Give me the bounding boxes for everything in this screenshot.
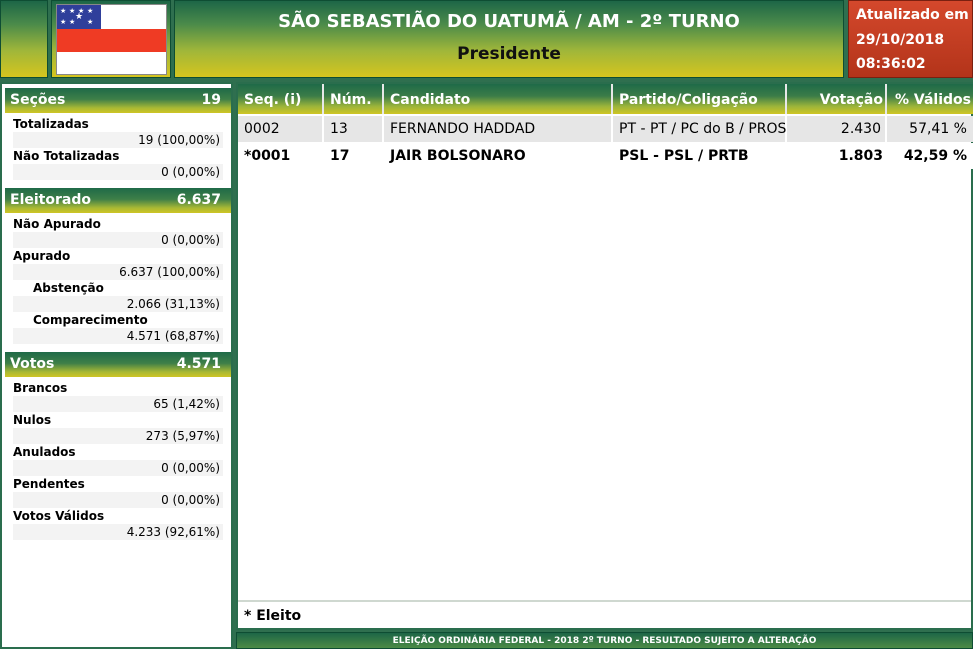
col-candidato[interactable]: Candidato <box>384 84 613 114</box>
update-info: Atualizado em 29/10/2018 08:36:02 <box>848 0 973 78</box>
cell-votacao: 1.803 <box>838 148 883 164</box>
col-num[interactable]: Núm. <box>324 84 384 114</box>
cell-validos: 57,41 % <box>909 121 967 137</box>
results-table-header: Seq. (i) Núm. Candidato Partido/Coligaçã… <box>238 84 973 114</box>
title-banner: SÃO SEBASTIÃO DO UATUMÃ / AM - 2º TURNO … <box>174 0 844 78</box>
nao-totalizadas-label: Não Totalizadas <box>13 149 120 163</box>
table-row: *0001 17 JAIR BOLSONARO PSL - PSL / PRTB… <box>238 143 973 169</box>
cell-validos: 42,59 % <box>903 148 967 164</box>
secoes-label: Seções <box>10 92 66 108</box>
votos-validos-value: 4.233 (92,61%) <box>13 524 223 540</box>
cell-num: 17 <box>330 148 350 164</box>
cell-partido: PSL - PSL / PRTB <box>619 148 749 164</box>
eleito-legend: * Eleito <box>238 600 971 630</box>
abstencao-label: Abstenção <box>33 281 104 295</box>
eleitorado-header: Eleitorado 6.637 <box>5 188 231 213</box>
votos-label: Votos <box>10 356 55 372</box>
pendentes-label: Pendentes <box>13 477 85 491</box>
col-seq[interactable]: Seq. (i) <box>238 84 324 114</box>
col-votacao[interactable]: Votação <box>787 84 887 114</box>
results-panel: Seq. (i) Núm. Candidato Partido/Coligaçã… <box>236 82 973 630</box>
abstencao-value: 2.066 (31,13%) <box>13 296 223 312</box>
secoes-value: 19 <box>201 92 221 108</box>
updated-label: Atualizado em <box>856 7 969 23</box>
col-validos[interactable]: % Válidos <box>887 84 973 114</box>
flag-container: ★ ★ ★ ★ ★ ★ ★ ★ <box>51 0 171 78</box>
anulados-value: 0 (0,00%) <box>13 460 223 476</box>
cell-num: 13 <box>324 116 384 142</box>
apurado-value: 6.637 (100,00%) <box>13 264 223 280</box>
header-left-block <box>0 0 48 78</box>
totalizadas-label: Totalizadas <box>13 117 89 131</box>
comparecimento-value: 4.571 (68,87%) <box>13 328 223 344</box>
votos-validos-label: Votos Válidos <box>13 509 105 523</box>
apurado-label: Apurado <box>13 249 71 263</box>
eleitorado-label: Eleitorado <box>10 192 91 208</box>
pendentes-value: 0 (0,00%) <box>13 492 223 508</box>
cell-seq: 0002 <box>238 116 324 142</box>
nao-totalizadas-value: 0 (0,00%) <box>13 164 223 180</box>
amazonas-flag-icon: ★ ★ ★ ★ ★ ★ ★ ★ <box>56 4 167 75</box>
cell-partido: PT - PT / PC do B / PROS <box>613 116 787 142</box>
totalizadas-value: 19 (100,00%) <box>13 132 223 148</box>
cell-seq: *0001 <box>244 148 291 164</box>
votos-header: Votos 4.571 <box>5 352 231 377</box>
votos-value: 4.571 <box>176 356 221 372</box>
eleitorado-value: 6.637 <box>176 192 221 208</box>
cell-candidato: FERNANDO HADDAD <box>384 116 613 142</box>
nulos-label: Nulos <box>13 413 52 427</box>
secoes-header: Seções 19 <box>5 88 231 113</box>
comparecimento-label: Comparecimento <box>33 313 148 327</box>
nao-apurado-label: Não Apurado <box>13 217 101 231</box>
updated-date: 29/10/2018 <box>856 32 945 48</box>
nulos-value: 273 (5,97%) <box>13 428 223 444</box>
updated-time: 08:36:02 <box>856 56 926 72</box>
cell-candidato: JAIR BOLSONARO <box>390 148 526 164</box>
brancos-label: Brancos <box>13 381 68 395</box>
brancos-value: 65 (1,42%) <box>13 396 223 412</box>
nao-apurado-value: 0 (0,00%) <box>13 232 223 248</box>
cell-votacao: 2.430 <box>787 116 887 142</box>
page-title: SÃO SEBASTIÃO DO UATUMÃ / AM - 2º TURNO <box>278 11 740 32</box>
summary-panel: Seções 19 Totalizadas 19 (100,00%) Não T… <box>0 82 233 649</box>
page-subtitle: Presidente <box>457 44 561 64</box>
table-row: 0002 13 FERNANDO HADDAD PT - PT / PC do … <box>238 116 973 142</box>
footer-banner: ELEIÇÃO ORDINÁRIA FEDERAL - 2018 2º TURN… <box>236 632 973 649</box>
col-partido[interactable]: Partido/Coligação <box>613 84 787 114</box>
anulados-label: Anulados <box>13 445 76 459</box>
